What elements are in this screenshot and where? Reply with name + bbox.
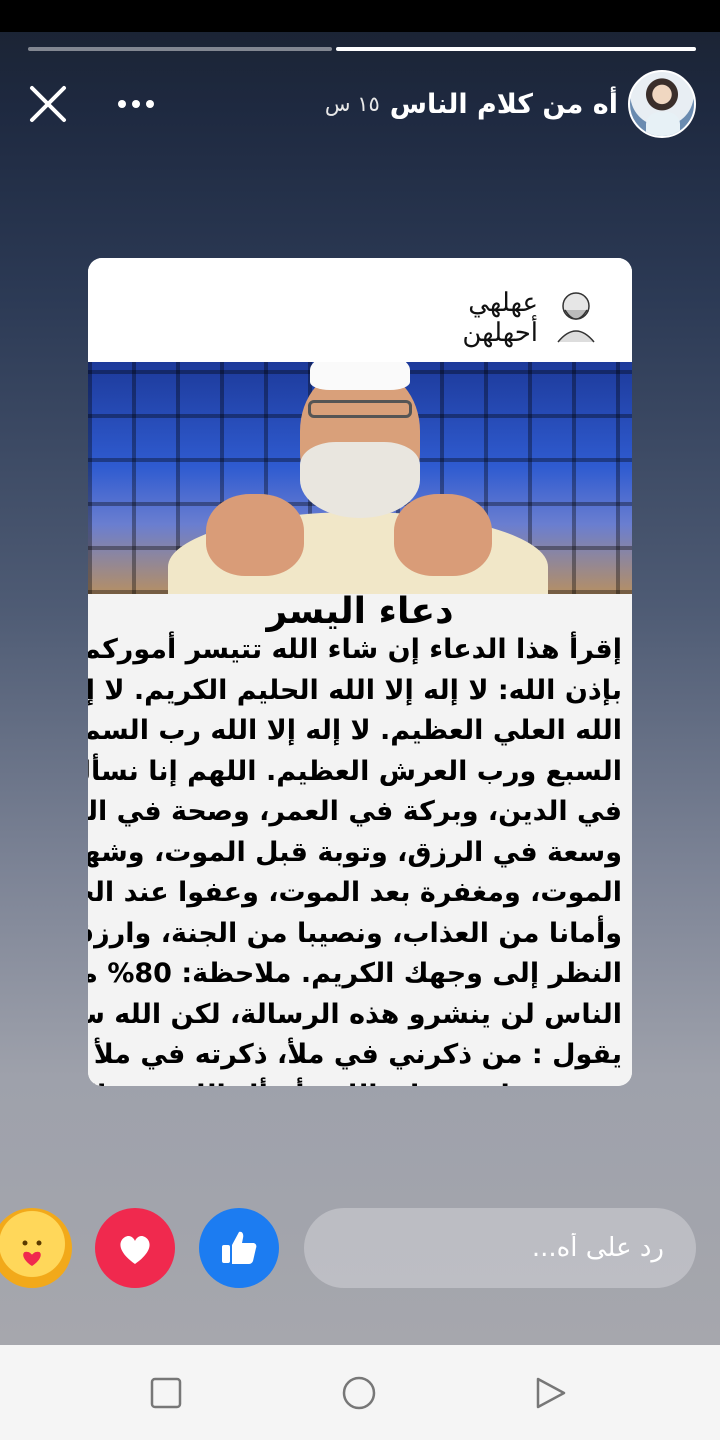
more-options-button[interactable] (112, 90, 162, 118)
sketch-portrait-icon (557, 292, 595, 343)
shared-post-card[interactable]: عهلهي أحهلهن دعاء اليسر إقرأ هذا الدعاء … (88, 258, 632, 1086)
circle-icon (342, 1376, 376, 1410)
close-icon (30, 86, 66, 122)
story-progress-previous (28, 47, 332, 51)
text-line: منه ... قل سبحان الله وأسأل الله بحق الل… (88, 1076, 622, 1087)
status-bar (0, 0, 720, 32)
text-line: الموت، ومغفرة بعد الموت، وعفوا عند الحسا… (88, 877, 622, 908)
reply-box[interactable] (304, 1208, 696, 1288)
story-timestamp: ١٥ س (324, 92, 380, 116)
author-avatar[interactable] (628, 70, 696, 138)
author-name[interactable]: أه من كلام الناس (390, 89, 618, 120)
post-title: دعاء اليسر (266, 591, 454, 632)
more-dots-icon (118, 100, 126, 108)
text-line: بإذن الله: لا إله إلا الله الحليم الكريم… (88, 674, 622, 706)
story-author[interactable]: أه من كلام الناس ١٥ س (321, 68, 696, 140)
post-text: دعاء اليسر إقرأ هذا الدعاء إن شاء الله ت… (88, 594, 632, 1086)
home-button[interactable] (341, 1375, 377, 1411)
care-reaction-button[interactable] (0, 1208, 72, 1288)
text-line: النظر إلى وجهك الكريم. ملاحظة: 80% من (88, 958, 622, 989)
recents-button[interactable] (148, 1375, 184, 1411)
post-lines: إقرأ هذا الدعاء إن شاء الله تتيسر أموركم… (88, 630, 622, 1087)
love-reaction-button[interactable] (95, 1208, 175, 1288)
text-line: إقرأ هذا الدعاء إن شاء الله تتيسر أموركم… (88, 634, 622, 665)
post-header: عهلهي أحهلهن (88, 258, 632, 362)
back-button[interactable] (532, 1375, 568, 1411)
square-icon (150, 1377, 182, 1409)
text-line: السبع ورب العرش العظيم. اللهم إنا نسألك … (88, 755, 622, 787)
care-emoji-icon (22, 1240, 42, 1266)
like-reaction-button[interactable] (199, 1208, 279, 1288)
triangle-back-icon (536, 1377, 566, 1409)
text-line: وأمانا من العذاب، ونصيبا من الجنة، وارزق… (88, 917, 622, 949)
post-signature: عهلهي أحهلهن (462, 288, 538, 348)
text-line: يقول : من ذكرني في ملأ، ذكرته في ملأ خير… (88, 1039, 622, 1070)
post-image (88, 362, 632, 594)
system-navigation-bar (0, 1345, 720, 1440)
thumbs-up-icon (222, 1231, 257, 1264)
heart-icon (120, 1235, 150, 1264)
reply-input[interactable] (334, 1232, 666, 1264)
text-line: الناس لن ينشرو هذه الرسالة، لكن الله سبح… (88, 998, 622, 1030)
text-line: وسعة في الرزق، وتوبة قبل الموت، وشهادة ع… (88, 836, 622, 868)
text-line: في الدين، وبركة في العمر، وصحة في الجسد، (88, 796, 622, 827)
text-line: الله العلي العظيم. لا إله إلا الله رب ال… (88, 715, 622, 746)
story-viewer: أه من كلام الناس ١٥ س عهلهي أحهلهن دعاء … (0, 0, 720, 1345)
story-progress-current (336, 47, 696, 51)
close-button[interactable] (26, 82, 70, 126)
reaction-bar (0, 1208, 300, 1288)
